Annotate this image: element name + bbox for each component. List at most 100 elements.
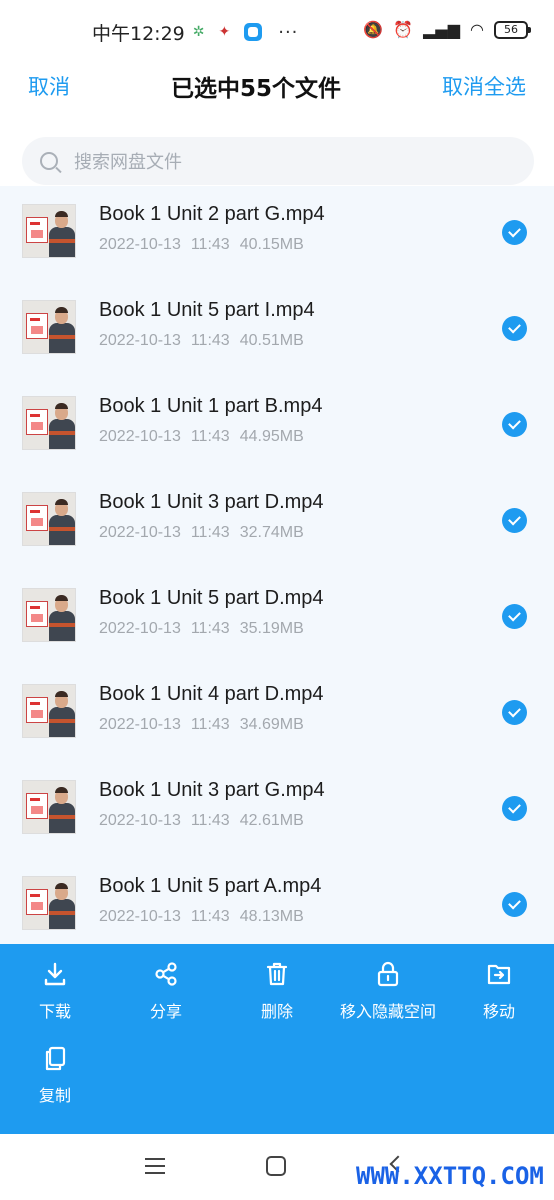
list-item[interactable]: Book 1 Unit 3 part D.mp4 2022-10-13 11:43… — [0, 474, 554, 570]
file-meta: 2022-10-13 11:43 44.95MB — [99, 428, 314, 446]
list-item[interactable]: Book 1 Unit 3 part G.mp4 2022-10-13 11:43… — [0, 762, 554, 858]
list-item[interactable]: Book 1 Unit 4 part D.mp4 2022-10-13 11:43… — [0, 666, 554, 762]
file-name: Book 1 Unit 4 part D.mp4 — [99, 683, 324, 705]
watermark: WWW.XXTTQ.COM — [356, 1162, 544, 1190]
video-thumbnail — [22, 492, 76, 546]
app-notification-icon — [244, 23, 263, 41]
list-item[interactable]: Book 1 Unit 1 part B.mp4 2022-10-13 11:43… — [0, 378, 554, 474]
file-time: 11:43 — [190, 332, 230, 349]
hide-space-button[interactable]: 移入隐藏空间 — [333, 944, 443, 1028]
move-folder-icon — [487, 964, 511, 985]
notification-icon: ✲ — [192, 24, 205, 40]
video-thumbnail — [22, 876, 76, 930]
download-icon — [44, 962, 66, 986]
file-size: 42.61MB — [239, 812, 304, 829]
video-thumbnail — [22, 396, 76, 450]
copy-icon — [45, 1046, 66, 1071]
selection-header: 取消 已选中55个文件 取消全选 — [0, 56, 554, 116]
checkbox-checked[interactable] — [502, 316, 527, 341]
share-icon — [155, 962, 177, 986]
recents-icon[interactable] — [145, 1158, 165, 1174]
home-icon[interactable] — [266, 1156, 286, 1176]
trash-icon — [266, 962, 288, 986]
move-label: 移动 — [482, 1002, 515, 1021]
copy-button[interactable]: 复制 — [0, 1028, 110, 1112]
download-label: 下载 — [38, 1002, 71, 1021]
notification-icon: ✦ — [218, 24, 231, 40]
deselect-all-button[interactable]: 取消全选 — [442, 71, 526, 101]
battery-level: 56 — [504, 23, 518, 36]
checkbox-checked[interactable] — [502, 892, 527, 917]
file-meta: 2022-10-13 11:43 35.19MB — [99, 620, 314, 638]
list-item[interactable]: Book 1 Unit 5 part I.mp4 2022-10-13 11:43… — [0, 282, 554, 378]
file-date: 2022-10-13 — [99, 716, 181, 733]
file-meta: 2022-10-13 11:43 40.51MB — [99, 332, 314, 350]
file-date: 2022-10-13 — [99, 332, 181, 349]
file-list[interactable]: Book 1 Unit 2 part G.mp4 2022-10-13 11:43… — [0, 186, 554, 944]
file-size: 40.51MB — [239, 332, 304, 349]
share-label: 分享 — [149, 1002, 182, 1021]
file-time: 11:43 — [190, 716, 230, 733]
file-name: Book 1 Unit 1 part B.mp4 — [99, 395, 323, 417]
battery-icon: 56 — [494, 20, 531, 39]
file-name: Book 1 Unit 5 part A.mp4 — [99, 875, 322, 897]
checkbox-checked[interactable] — [502, 220, 527, 245]
wifi-icon: ◠ — [470, 20, 484, 39]
delete-button[interactable]: 删除 — [222, 944, 332, 1028]
checkbox-checked[interactable] — [502, 604, 527, 629]
checkbox-checked[interactable] — [502, 508, 527, 533]
file-time: 11:43 — [190, 428, 230, 445]
action-bar: 下载 分享 删除 移入隐藏空间 移动 复制 — [0, 944, 554, 1134]
file-size: 44.95MB — [239, 428, 304, 445]
file-date: 2022-10-13 — [99, 236, 181, 253]
file-meta: 2022-10-13 11:43 40.15MB — [99, 236, 314, 254]
checkbox-checked[interactable] — [502, 412, 527, 437]
video-thumbnail — [22, 780, 76, 834]
file-size: 34.69MB — [239, 716, 304, 733]
file-date: 2022-10-13 — [99, 428, 181, 445]
lock-icon — [377, 961, 399, 987]
video-thumbnail — [22, 588, 76, 642]
list-item[interactable]: Book 1 Unit 5 part D.mp4 2022-10-13 11:43… — [0, 570, 554, 666]
file-meta: 2022-10-13 11:43 34.69MB — [99, 716, 314, 734]
status-icons: 🔕 ⏰ ▂▄▆ ◠ 56 — [363, 20, 531, 39]
share-button[interactable]: 分享 — [111, 944, 221, 1028]
file-date: 2022-10-13 — [99, 620, 181, 637]
file-time: 11:43 — [190, 236, 230, 253]
copy-label: 复制 — [38, 1086, 71, 1105]
file-size: 40.15MB — [239, 236, 304, 253]
video-thumbnail — [22, 300, 76, 354]
file-meta: 2022-10-13 11:43 48.13MB — [99, 908, 314, 926]
file-date: 2022-10-13 — [99, 524, 181, 541]
delete-label: 删除 — [260, 1002, 293, 1021]
search-input[interactable]: 搜索网盘文件 — [74, 148, 182, 174]
cancel-button[interactable]: 取消 — [28, 71, 70, 101]
file-time: 11:43 — [190, 620, 230, 637]
checkbox-checked[interactable] — [502, 700, 527, 725]
checkbox-checked[interactable] — [502, 796, 527, 821]
file-name: Book 1 Unit 3 part D.mp4 — [99, 491, 324, 513]
file-name: Book 1 Unit 3 part G.mp4 — [99, 779, 325, 801]
page-title: 已选中55个文件 — [170, 76, 341, 102]
list-item[interactable]: Book 1 Unit 5 part A.mp4 2022-10-13 11:43… — [0, 858, 554, 944]
file-name: Book 1 Unit 5 part I.mp4 — [99, 299, 315, 321]
file-size: 32.74MB — [239, 524, 304, 541]
video-thumbnail — [22, 684, 76, 738]
hide-space-label: 移入隐藏空间 — [339, 1002, 436, 1021]
file-name: Book 1 Unit 5 part D.mp4 — [99, 587, 324, 609]
file-date: 2022-10-13 — [99, 908, 181, 925]
file-time: 11:43 — [190, 524, 230, 541]
file-time: 11:43 — [190, 908, 230, 925]
file-date: 2022-10-13 — [99, 812, 181, 829]
status-time: 中午12:29 — [92, 22, 185, 45]
move-button[interactable]: 移动 — [444, 944, 554, 1028]
signal-icon: ▂▄▆ — [423, 20, 461, 39]
download-button[interactable]: 下载 — [0, 944, 110, 1028]
file-size: 48.13MB — [239, 908, 304, 925]
search-bar[interactable]: 搜索网盘文件 — [22, 137, 534, 185]
list-item[interactable]: Book 1 Unit 2 part G.mp4 2022-10-13 11:43… — [0, 186, 554, 282]
status-bar: 中午12:29 ✲ ✦ ··· 🔕 ⏰ ▂▄▆ ◠ 56 — [0, 0, 554, 64]
more-notifications-icon: ··· — [278, 21, 299, 43]
file-meta: 2022-10-13 11:43 42.61MB — [99, 812, 314, 830]
alarm-icon: ⏰ — [393, 20, 414, 39]
